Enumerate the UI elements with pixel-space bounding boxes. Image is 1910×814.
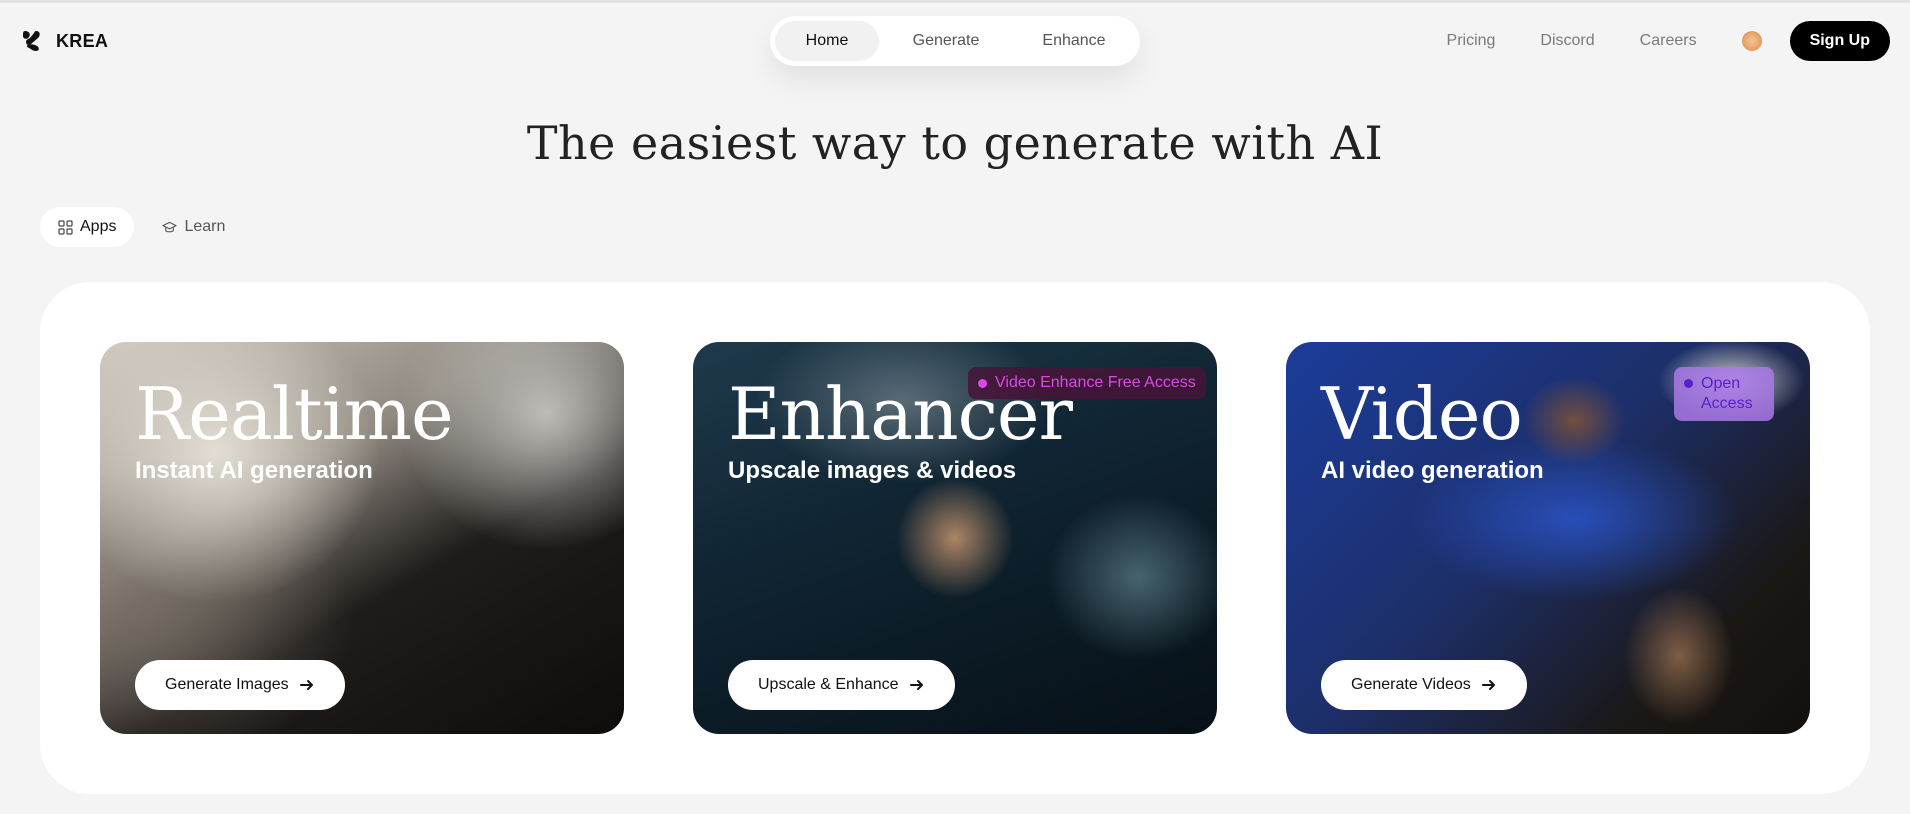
- arrow-right-icon: [299, 680, 313, 690]
- graduation-cap-icon: [162, 221, 178, 232]
- card-title: Video: [1321, 372, 1523, 456]
- grid-icon: [58, 219, 73, 235]
- tab-enhance[interactable]: Enhance: [1013, 21, 1135, 61]
- button-label: Generate Videos: [1351, 676, 1471, 693]
- learn-tab[interactable]: Learn: [144, 207, 243, 247]
- header-right: Pricing Discord Careers Sign Up: [1447, 20, 1890, 62]
- apps-tab[interactable]: Apps: [40, 207, 135, 247]
- card-subtitle: AI video generation: [1321, 457, 1544, 484]
- discord-link[interactable]: Discord: [1540, 32, 1594, 50]
- button-label: Upscale & Enhance: [758, 676, 899, 693]
- apps-panel: Realtime Instant AI generation Generate …: [40, 282, 1870, 794]
- krea-logo-icon: [23, 31, 40, 51]
- careers-link[interactable]: Careers: [1640, 32, 1697, 50]
- learn-label: Learn: [184, 218, 226, 235]
- sign-up-button[interactable]: Sign Up: [1789, 21, 1890, 61]
- open-access-badge: Open Access: [1674, 367, 1774, 421]
- card-subtitle: Upscale images & videos: [728, 457, 1017, 484]
- pricing-link[interactable]: Pricing: [1447, 32, 1496, 50]
- generate-images-button[interactable]: Generate Images: [135, 660, 345, 710]
- button-label: Generate Images: [165, 676, 289, 693]
- tab-home[interactable]: Home: [775, 21, 879, 61]
- arrow-right-icon: [1481, 680, 1495, 690]
- card-subtitle: Instant AI generation: [135, 457, 373, 484]
- brand-logo[interactable]: KREA: [22, 30, 108, 52]
- brand-name: KREA: [56, 30, 109, 51]
- main-nav: Home Generate Enhance: [770, 16, 1140, 66]
- tab-generate[interactable]: Generate: [879, 21, 1013, 61]
- generate-videos-button[interactable]: Generate Videos: [1321, 660, 1527, 710]
- section-switcher: Apps Learn: [40, 207, 243, 247]
- card-title: Realtime: [135, 372, 454, 456]
- realtime-card[interactable]: Realtime Instant AI generation Generate …: [100, 342, 624, 734]
- card-title: Enhancer: [728, 372, 1073, 456]
- top-border: [0, 0, 1910, 3]
- video-card[interactable]: Open Access Video AI video generation Ge…: [1286, 342, 1810, 734]
- page-title: The easiest way to generate with AI: [526, 116, 1384, 170]
- status-dot-icon: [1684, 379, 1693, 388]
- enhancer-card[interactable]: Video Enhance Free Access Enhancer Upsca…: [693, 342, 1217, 734]
- avatar[interactable]: [1741, 31, 1762, 51]
- upscale-enhance-button[interactable]: Upscale & Enhance: [728, 660, 955, 710]
- apps-label: Apps: [80, 218, 117, 235]
- arrow-right-icon: [909, 680, 923, 690]
- badge-label: Open Access: [1701, 375, 1753, 412]
